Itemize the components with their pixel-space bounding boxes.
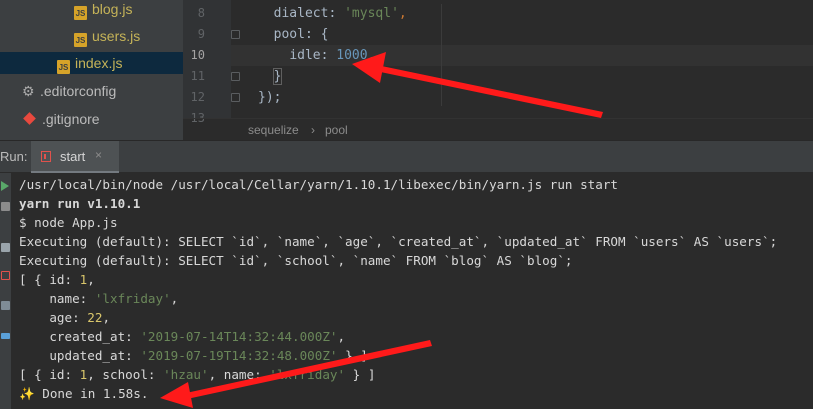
breadcrumb-separator: › [311,123,315,137]
run-toolbar [0,173,11,409]
run-console[interactable]: /usr/local/bin/node /usr/local/Cellar/ya… [0,173,813,409]
tree-item-index-js[interactable]: JS index.js [0,52,183,74]
fold-marker-icon[interactable] [231,72,240,81]
code-line: pool: { [273,27,329,42]
console-line: age: 22, [49,310,111,325]
console-line: ✨ Done in 1.58s. [19,386,149,401]
tab-start[interactable]: start [31,141,119,173]
js-file-icon: JS [57,60,70,74]
code-line: idle: 1000, [289,48,376,63]
run-label: Run: [0,149,28,164]
breadcrumb-item[interactable]: pool [325,119,348,140]
line-number: 10 [190,48,205,62]
tree-item-editorconfig[interactable]: ⚙ .editorconfig [22,80,116,102]
stop-icon[interactable] [1,202,10,211]
code-line: } [272,68,283,85]
console-line: [ { id: 1, [19,272,95,287]
gear-icon: ⚙ [22,83,35,99]
rerun-icon[interactable] [1,181,9,191]
code-editor[interactable]: 8 9 10 11 12 13 dialect: 'mysql', pool: … [183,0,813,140]
print-icon[interactable] [1,301,10,310]
console-line: Executing (default): SELECT `id`, `schoo… [19,253,573,268]
indent-guide [441,4,442,106]
code-line: dialect: 'mysql', [273,6,407,21]
git-icon [23,112,36,125]
console-line: Executing (default): SELECT `id`, `name`… [19,234,778,249]
console-line: [ { id: 1, school: 'hzau', name: 'lxfrid… [19,367,376,382]
js-file-icon: JS [74,33,87,47]
console-line: updated_at: '2019-07-19T14:32:48.000Z' }… [49,348,368,363]
line-number-gutter: 8 9 10 11 12 13 [183,0,231,125]
line-number: 9 [197,27,205,41]
breadcrumb-item[interactable]: sequelize [248,119,299,140]
code-line: }); [258,90,282,105]
tab-label: start [60,149,86,164]
console-line: $ node App.js [19,215,118,230]
tree-item-gitignore[interactable]: .gitignore [22,108,100,130]
tree-item-blog-js[interactable]: JS blog.js [74,0,132,20]
run-tool-window-header: Run: start × [0,140,813,173]
project-tree: JS blog.js JS users.js JS index.js ⚙ .editor… [0,0,183,140]
console-line: /usr/local/bin/node /usr/local/Cellar/ya… [19,177,618,192]
console-line: created_at: '2019-07-14T14:32:44.000Z', [49,329,346,344]
console-line: name: 'lxfriday', [49,291,179,306]
settings-icon[interactable] [1,333,10,339]
tree-item-users-js[interactable]: JS users.js [74,25,140,47]
fold-marker-icon[interactable] [231,30,240,39]
sparkles-icon: ✨ [19,386,35,401]
line-number: 12 [190,90,205,104]
close-icon[interactable]: × [95,148,102,162]
npm-icon [41,151,51,162]
console-line: yarn run v1.10.1 [19,196,141,211]
dump-threads-icon[interactable] [1,243,10,252]
breadcrumb: sequelize › pool [183,118,813,140]
line-number: 8 [197,6,205,20]
line-number: 11 [190,69,205,83]
js-file-icon: JS [74,6,87,20]
restore-layout-icon[interactable] [1,271,10,280]
fold-marker-icon[interactable] [231,93,240,102]
